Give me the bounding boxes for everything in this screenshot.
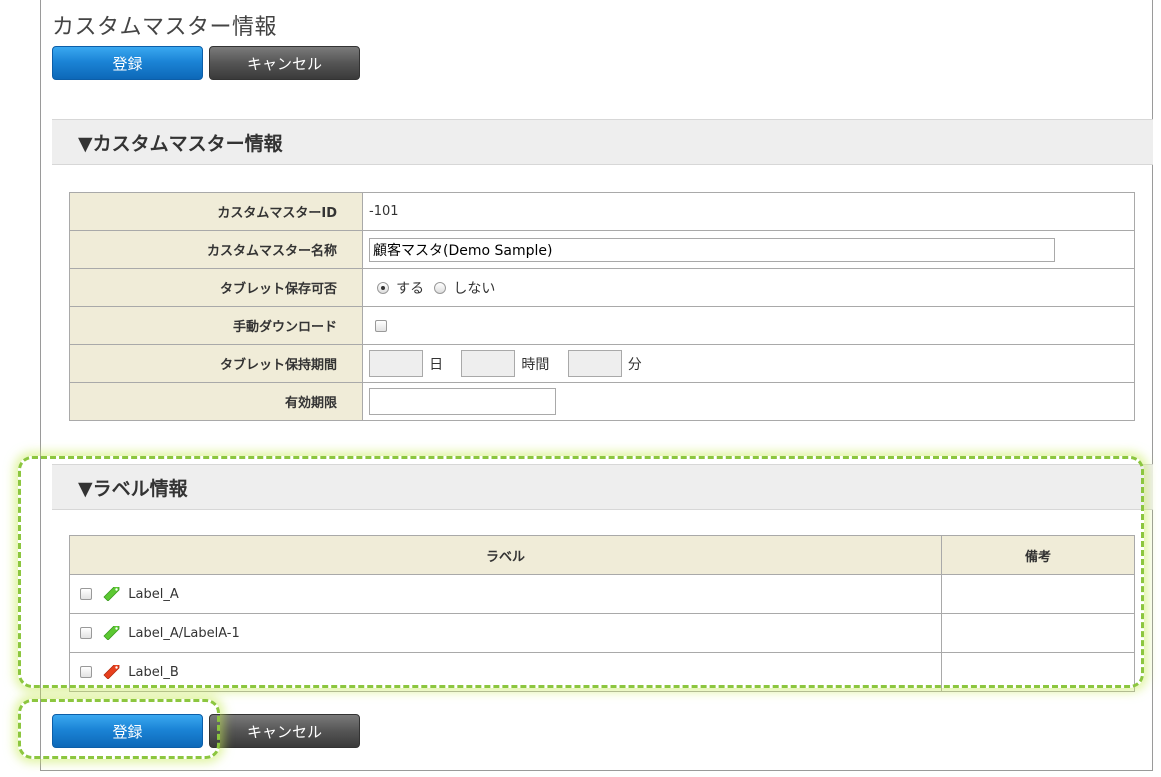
label-b-text: Label_B	[128, 664, 179, 680]
id-label: カスタムマスターID	[69, 192, 363, 231]
retention-minute-unit: 分	[627, 356, 642, 373]
label-a1-checkbox[interactable]	[80, 627, 92, 639]
retention-minute-input[interactable]	[567, 350, 622, 377]
master-section-header: ▼カスタムマスター情報	[52, 119, 1153, 165]
register-button-bottom[interactable]: 登録	[52, 714, 203, 748]
form-row-id: カスタムマスターID -101	[69, 192, 1135, 231]
label-a-text: Label_A	[128, 586, 179, 602]
column-header-label: ラベル	[69, 535, 942, 575]
column-header-note: 備考	[941, 535, 1135, 575]
retention-hour-unit: 時間	[521, 356, 550, 373]
label-b-checkbox[interactable]	[80, 666, 92, 678]
register-button-top[interactable]: 登録	[52, 46, 203, 80]
expiry-label: 有効期限	[69, 382, 363, 421]
tablet-save-yes-radio[interactable]	[377, 281, 389, 294]
name-input[interactable]	[369, 237, 1055, 262]
form-row-expiry: 有効期限	[69, 382, 1135, 421]
tablet-save-yes-label: する	[396, 280, 425, 297]
cancel-button-bottom[interactable]: キャンセル	[209, 714, 360, 748]
retention-day-unit: 日	[429, 356, 444, 373]
label-a-checkbox[interactable]	[80, 588, 92, 600]
tablet-save-no-radio[interactable]	[434, 281, 447, 294]
page-title: カスタムマスター情報	[52, 15, 278, 40]
name-label: カスタムマスター名称	[69, 230, 363, 269]
tag-icon	[103, 587, 120, 601]
form-row-name: カスタムマスター名称	[69, 230, 1135, 269]
retention-hour-input[interactable]	[461, 350, 516, 377]
manual-download-checkbox[interactable]	[375, 319, 387, 332]
label-section-title: ▼ラベル情報	[78, 477, 188, 500]
form-row-retention: タブレット保持期間 日 時間 分	[69, 344, 1135, 383]
label-section-header: ▼ラベル情報	[52, 464, 1153, 510]
label-a-note	[941, 574, 1135, 614]
cancel-button-top[interactable]: キャンセル	[209, 46, 360, 80]
label-a1-text: Label_A/LabelA-1	[128, 625, 240, 641]
tag-icon	[103, 626, 120, 640]
labels-header-row: ラベル 備考	[69, 535, 1135, 575]
label-b-note	[941, 652, 1135, 692]
form-row-manual-download: 手動ダウンロード	[69, 306, 1135, 345]
table-row: Label_B	[69, 652, 1135, 692]
table-row: Label_A	[69, 574, 1135, 614]
label-a1-note	[941, 613, 1135, 653]
retention-day-input[interactable]	[369, 350, 423, 377]
form-row-tablet-save: タブレット保存可否 する しない	[69, 268, 1135, 307]
labels-table: ラベル 備考 Label_A Label_A/LabelA-1 Label_B	[69, 535, 1135, 692]
retention-label: タブレット保持期間	[69, 344, 363, 383]
tag-icon	[103, 665, 120, 679]
table-row: Label_A/LabelA-1	[69, 613, 1135, 653]
expiry-input[interactable]	[369, 388, 556, 415]
manual-download-label: 手動ダウンロード	[69, 306, 363, 345]
tablet-save-no-label: しない	[453, 280, 496, 297]
master-form-table: カスタムマスターID -101 カスタムマスター名称 タブレット保存可否 する …	[69, 192, 1135, 421]
tablet-save-label: タブレット保存可否	[69, 268, 363, 307]
id-value: -101	[362, 192, 1135, 231]
master-section-title: ▼カスタムマスター情報	[78, 132, 283, 155]
